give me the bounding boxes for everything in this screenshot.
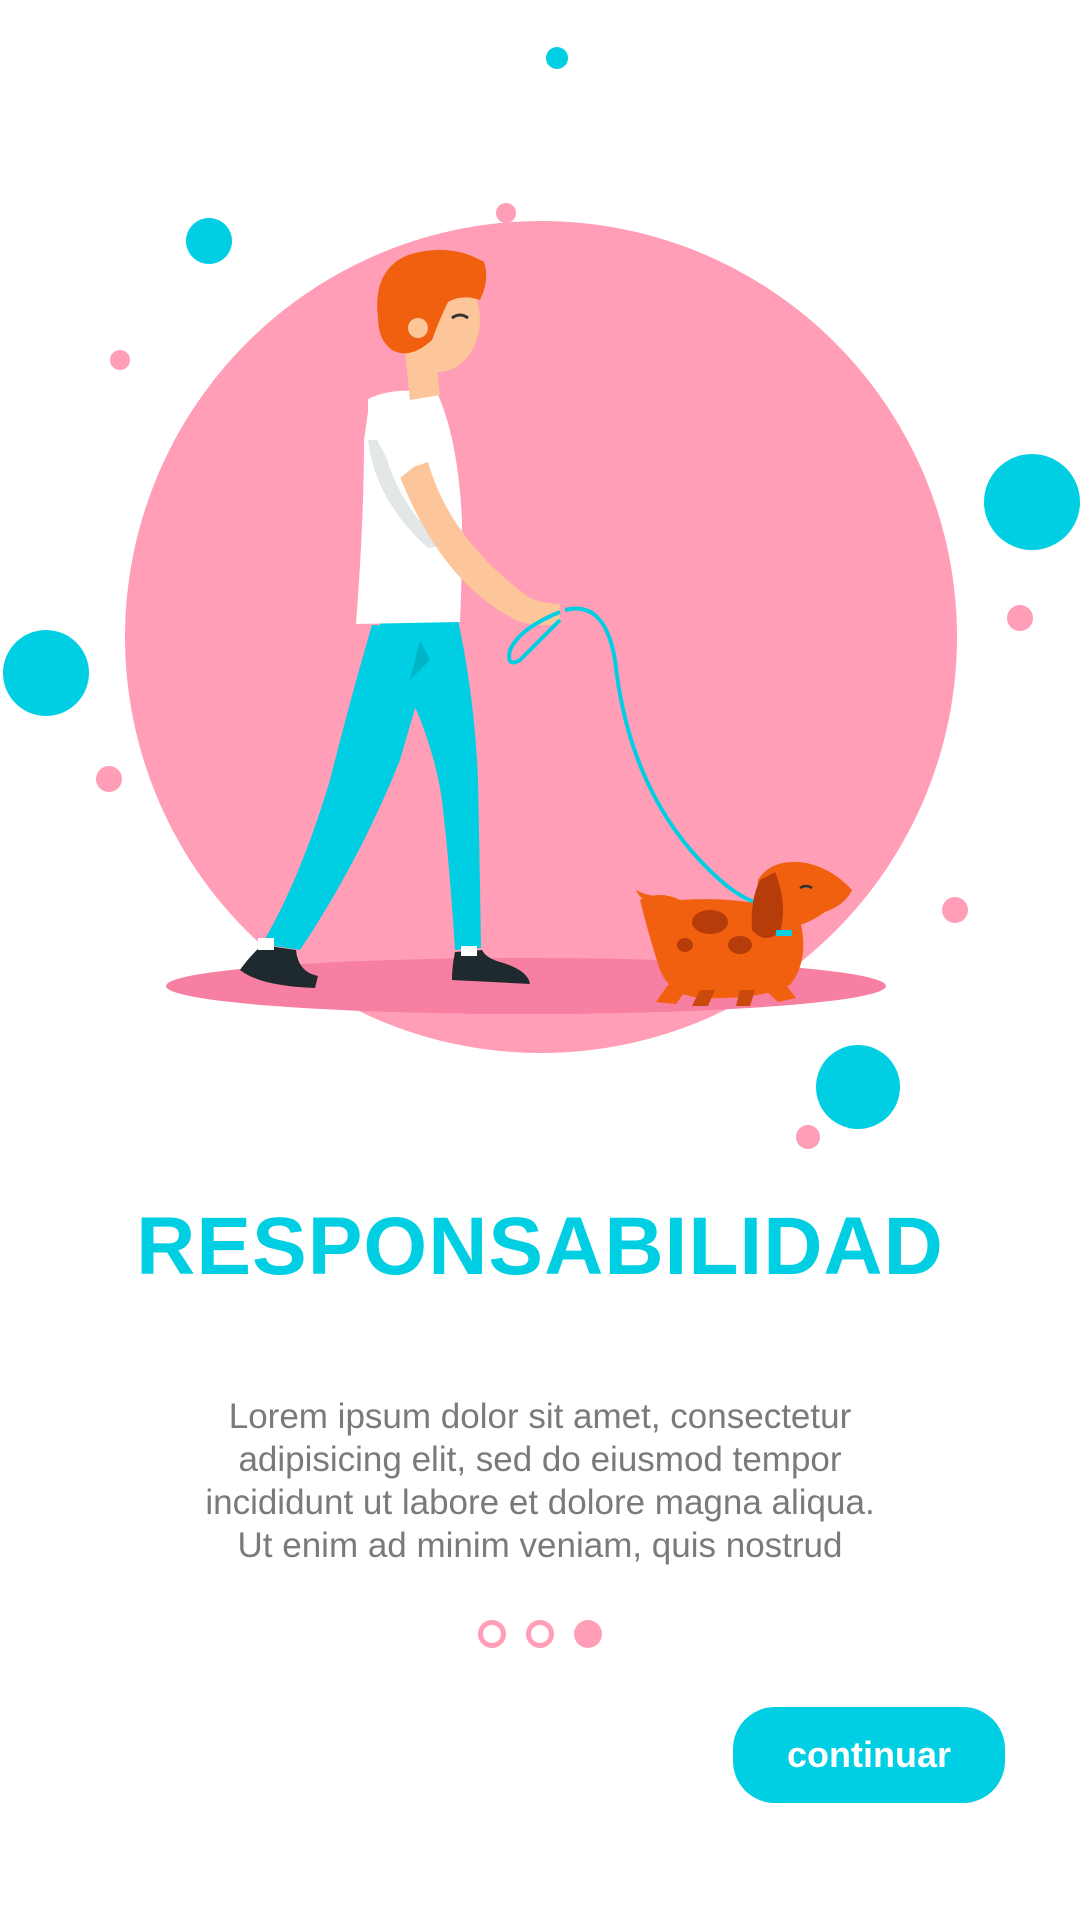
- man-walking-dog-illustration: [3, 47, 1080, 1149]
- description-line: incididunt ut labore et dolore magna ali…: [205, 1483, 875, 1522]
- description-text: Lorem ipsum dolor sit amet, consectetur …: [140, 1395, 940, 1567]
- page-dot-3-active[interactable]: [574, 1620, 602, 1648]
- description-line: Ut enim ad minim veniam, quis nostrud: [237, 1526, 843, 1565]
- description-line: Lorem ipsum dolor sit amet, consectetur: [228, 1397, 852, 1436]
- page-dot-1[interactable]: [478, 1620, 506, 1648]
- description-line: adipisicing elit, sed do eiusmod tempor: [238, 1440, 842, 1479]
- page-dot-2[interactable]: [526, 1620, 554, 1648]
- page-title: RESPONSABILIDAD: [136, 1201, 944, 1292]
- page-indicator: [0, 1620, 1080, 1650]
- continue-button[interactable]: continuar: [733, 1707, 1005, 1803]
